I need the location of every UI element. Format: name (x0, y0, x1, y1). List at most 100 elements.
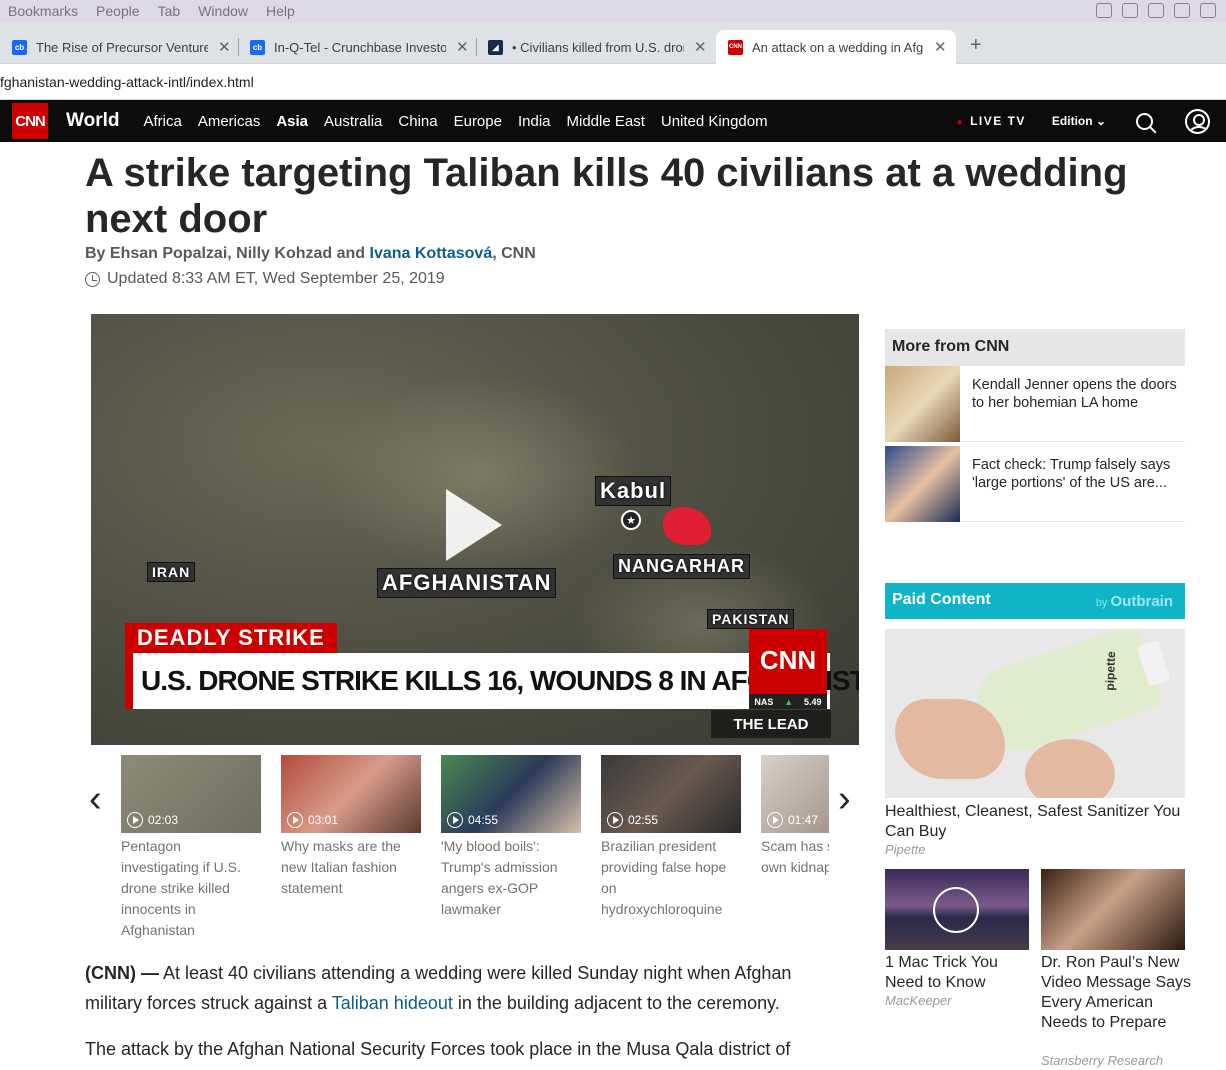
menu-window[interactable]: Window (198, 3, 248, 19)
tray-docker-icon[interactable] (1148, 3, 1164, 18)
more-item[interactable]: Fact check: Trump falsely says 'large po… (885, 446, 1185, 522)
video-thumb[interactable]: 02:03 Pentagon investigating if U.S. dro… (121, 755, 261, 941)
tab-precursor[interactable]: cb The Rise of Precursor Ventures ✕ (0, 30, 238, 64)
byline-author-link[interactable]: Ivana Kottasová (370, 245, 493, 262)
nav-item-europe[interactable]: Europe (454, 113, 502, 130)
url-text: fghanistan-wedding-attack-intl/index.htm… (0, 74, 254, 90)
close-tab-icon[interactable]: ✕ (218, 38, 231, 56)
video-thumb[interactable]: 01:47 Scam has students fa own kidnap (761, 755, 829, 878)
address-bar[interactable]: fghanistan-wedding-attack-intl/index.htm… (0, 64, 1226, 100)
play-circle-icon (287, 812, 303, 828)
byline-source: , CNN (492, 245, 536, 262)
new-tab-icon[interactable]: + (970, 34, 982, 57)
duration-text: 03:01 (308, 813, 339, 827)
tab-inqtel[interactable]: cb In-Q-Tel - Crunchbase Investor ✕ (238, 30, 476, 64)
nav-item-americas[interactable]: Americas (198, 113, 261, 130)
outbrain-badge[interactable]: by Outbrain (1096, 593, 1173, 610)
search-icon[interactable] (1136, 112, 1153, 130)
paid-main-title[interactable]: Healthiest, Cleanest, Safest Sanitizer Y… (885, 802, 1185, 842)
nav-item-united-kingdom[interactable]: United Kingdom (661, 113, 768, 130)
thumb-caption: Scam has students fa own kidnap (761, 838, 829, 875)
nav-item-china[interactable]: China (398, 113, 437, 130)
paid-item-title[interactable]: 1 Mac Trick You Need to Know (885, 953, 1035, 993)
thumb-image: 03:01 (281, 755, 421, 833)
up-arrow-icon: ▲ (784, 696, 794, 707)
video-thumb[interactable]: 02:55 Brazilian president providing fals… (601, 755, 741, 920)
lower-third: DEADLY STRIKE U.S. DRONE STRIKE KILLS 16… (125, 623, 859, 709)
paid-main-source: Pipette (885, 842, 926, 857)
cnn-nav-bar: CNN World Africa Americas Asia Australia… (0, 100, 1226, 142)
hand-image (895, 699, 1005, 779)
tab-title: In-Q-Tel - Crunchbase Investor (274, 39, 446, 55)
tab-cnn-active[interactable]: CNN An attack on a wedding in Afgh ✕ (716, 30, 956, 64)
map-label-afghanistan: AFGHANISTAN (377, 568, 557, 598)
thumb-caption: Pentagon investigating if U.S. drone str… (121, 838, 241, 938)
edition-selector[interactable]: Edition ⌄ (1052, 114, 1106, 128)
circle-icon (933, 887, 979, 933)
close-tab-icon[interactable]: ✕ (934, 38, 947, 56)
article-paragraph: The attack by the Afghan National Securi… (85, 1039, 791, 1059)
bottle-label: pipette (1102, 651, 1119, 691)
article-byline: By Ehsan Popalzai, Nilly Kohzad and Ivan… (85, 245, 536, 263)
nav-item-india[interactable]: India (518, 113, 551, 130)
mackeeper-image[interactable] (885, 869, 1029, 950)
play-icon[interactable] (446, 489, 502, 561)
taliban-hideout-link[interactable]: Taliban hideout (332, 993, 453, 1013)
nav-item-africa[interactable]: Africa (143, 113, 181, 130)
nav-right: ● LIVE TV Edition ⌄ (957, 100, 1226, 142)
menu-bookmarks[interactable]: Bookmarks (8, 3, 78, 19)
video-player[interactable]: IRAN Kabul ★ NANGARHAR AFGHANISTAN PAKIS… (91, 314, 859, 745)
live-dot-icon: ● (956, 117, 965, 128)
menu-people[interactable]: People (96, 3, 140, 19)
paid-content-header: Paid Content by Outbrain (885, 583, 1185, 619)
thumb-image: 04:55 (441, 755, 581, 833)
ticker: NAS ▲ 5.49 (749, 694, 827, 709)
close-tab-icon[interactable]: ✕ (694, 38, 707, 56)
more-item[interactable]: Kendall Jenner opens the doors to her bo… (885, 366, 1185, 442)
nav-item-australia[interactable]: Australia (324, 113, 382, 130)
show-name: THE LEAD (711, 710, 831, 738)
map-label-iran: IRAN (147, 562, 196, 582)
site-favicon-icon: ◢ (488, 39, 503, 55)
crunchbase-favicon-icon: cb (12, 39, 27, 55)
duration-text: 01:47 (788, 813, 819, 827)
close-tab-icon[interactable]: ✕ (456, 38, 469, 56)
more-item-title: Fact check: Trump falsely says 'large po… (972, 457, 1171, 491)
menu-tray (1096, 3, 1216, 18)
ticker-label: NAS (754, 696, 774, 707)
thumb-duration: 04:55 (447, 812, 498, 828)
live-tv-link[interactable]: ● LIVE TV (957, 114, 1026, 128)
carousel-next-icon[interactable]: › (838, 778, 851, 821)
article-headline: A strike targeting Taliban kills 40 civi… (85, 151, 1128, 241)
user-account-icon[interactable] (1185, 108, 1210, 134)
carousel-prev-icon[interactable]: ‹ (89, 778, 102, 821)
tray-settings-icon[interactable] (1200, 3, 1216, 18)
paid-content-title: Paid Content (892, 591, 991, 608)
paid-item-title[interactable]: Dr. Ron Paul’s New Video Message Says Ev… (1041, 953, 1191, 1033)
tab-civilians[interactable]: ◢ • Civilians killed from U.S. drone ✕ (476, 30, 716, 64)
ron-paul-image[interactable] (1041, 869, 1185, 950)
tray-move-icon[interactable] (1096, 3, 1112, 18)
cnn-logo[interactable]: CNN (12, 103, 48, 139)
lower-third-headline: U.S. DRONE STRIKE KILLS 16, WOUNDS 8 IN … (125, 653, 859, 709)
paid-item-source: Stansberry Research (1041, 1053, 1164, 1068)
tray-app-icon[interactable] (1174, 3, 1190, 18)
ticker-value: 5.49 (804, 696, 822, 707)
hand-image (1025, 739, 1115, 798)
outbrain-logo: Outbrain (1110, 593, 1174, 610)
paid-main-image[interactable]: pipette (885, 629, 1185, 798)
nav-item-middle-east[interactable]: Middle East (567, 113, 645, 130)
duration-text: 02:55 (628, 813, 659, 827)
nav-item-asia[interactable]: Asia (276, 113, 308, 130)
video-thumb[interactable]: 03:01 Why masks are the new Italian fash… (281, 755, 421, 899)
menu-help[interactable]: Help (266, 3, 295, 19)
video-thumb[interactable]: 04:55 'My blood boils': Trump's admissio… (441, 755, 581, 920)
play-circle-icon (767, 812, 783, 828)
byline-authors: By Ehsan Popalzai, Nilly Kohzad and (85, 245, 370, 262)
more-item-image (885, 366, 960, 442)
nav-section-world[interactable]: World (66, 110, 119, 132)
menu-bar: Bookmarks People Tab Window Help (0, 0, 1226, 22)
thumb-caption: 'My blood boils': Trump's admission ange… (441, 838, 558, 917)
menu-tab[interactable]: Tab (158, 3, 181, 19)
tray-windows-icon[interactable] (1122, 3, 1138, 18)
